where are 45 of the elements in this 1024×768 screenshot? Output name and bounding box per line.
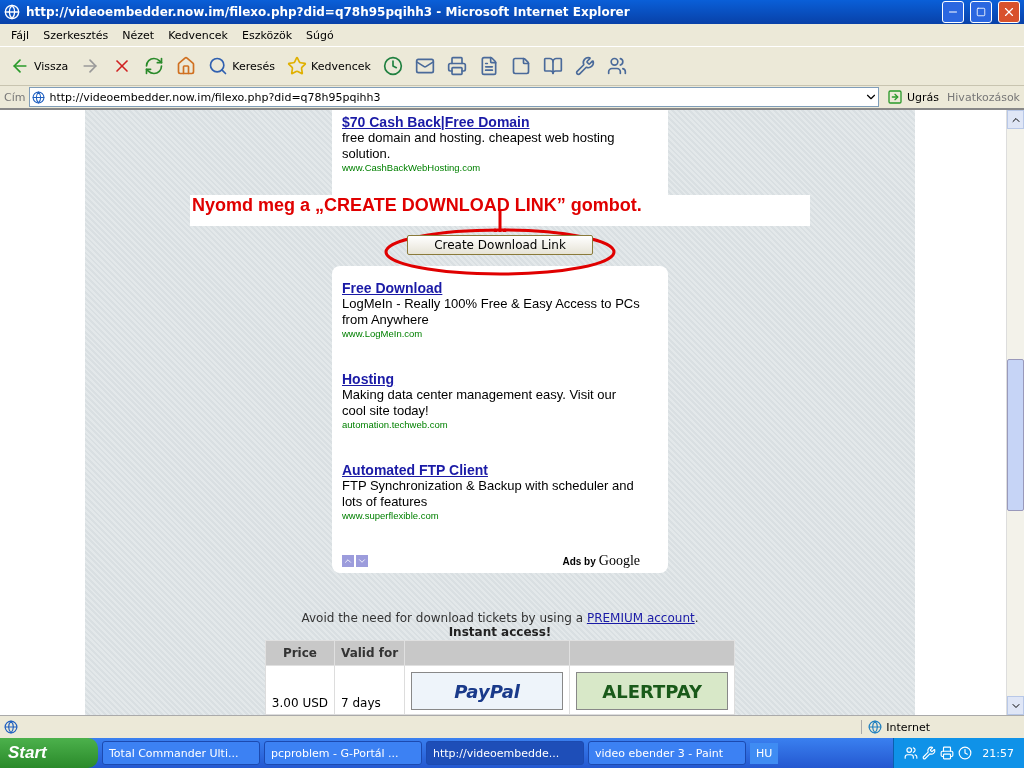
payment-logo[interactable]: ALERTPAY bbox=[576, 672, 729, 710]
premium-link[interactable]: PREMIUM account bbox=[586, 611, 695, 625]
ad-url: www.LogMeIn.com bbox=[342, 328, 424, 339]
go-button[interactable]: Ugrás bbox=[883, 87, 944, 107]
menu-item[interactable]: Szerkesztés bbox=[36, 28, 116, 42]
create-download-link-button[interactable]: Create Download Link bbox=[407, 234, 593, 255]
payment-logo[interactable]: PayPal bbox=[411, 672, 564, 710]
ad-text: Making data center management easy. Visit our cool site today! bbox=[342, 387, 618, 419]
annotation-text: Nyomd meg a „CREATE DOWNLOAD LINK” gombot. bbox=[192, 195, 642, 215]
zone-label: Internet bbox=[886, 720, 930, 734]
taskbar-button[interactable]: video ebender 3 - Paint bbox=[588, 741, 746, 765]
search-button[interactable]: Keresés bbox=[204, 54, 280, 78]
table-cell: 3.00 USD bbox=[265, 665, 335, 715]
premium-text: Avoid the need for download tickets by using a PREMIUM account. bbox=[301, 611, 699, 625]
table-cell: 7 days bbox=[334, 665, 405, 715]
ad-link[interactable]: $70 Cash Back|Free Domain bbox=[342, 114, 640, 130]
address-field[interactable]: http://videoembedder.now.im/filexo.php?did=q78h95pqihh3 bbox=[29, 87, 879, 107]
clock: 21:57 bbox=[982, 746, 1014, 760]
ad-url: automation.techweb.com bbox=[342, 419, 449, 430]
ad-url: www.CashBackWebHosting.com bbox=[342, 162, 482, 173]
links-label[interactable]: Hivatkozások bbox=[947, 90, 1020, 104]
favorites-button[interactable]: Kedvencek bbox=[283, 54, 375, 78]
column-header: Price bbox=[265, 640, 335, 666]
ad-link[interactable]: Free Download bbox=[342, 280, 640, 296]
taskbar-button[interactable]: http://videoembedde... bbox=[426, 741, 584, 765]
address-label: Cím bbox=[4, 90, 26, 104]
ad-link[interactable]: Automated FTP Client bbox=[342, 462, 640, 478]
menu-item[interactable]: Nézet bbox=[115, 28, 162, 42]
menu-item[interactable]: Kedvencek bbox=[161, 28, 235, 42]
taskbar-button[interactable]: pcproblem - G-Portál ... bbox=[264, 741, 422, 765]
column-header: Valid for bbox=[334, 640, 405, 666]
window-title: http://videoembedder.now.im/filexo.php?did=q78h95pqihh3 - Microsoft Internet Explorer bbox=[26, 5, 631, 19]
menu-item[interactable]: Fájl bbox=[4, 28, 37, 42]
google-label: Google bbox=[598, 553, 640, 568]
ad-link[interactable]: Hosting bbox=[342, 371, 640, 387]
ad-text: LogMeIn - Really 100% Free & Easy Access to PCs from Anywhere bbox=[342, 296, 640, 328]
ads-by-label: Ads by bbox=[562, 556, 596, 567]
instant-access-text: Instant access! bbox=[448, 625, 552, 639]
menu-item[interactable]: Súgó bbox=[299, 28, 341, 42]
menu-item[interactable]: Eszközök bbox=[235, 28, 300, 42]
ad-text: free domain and hosting. cheapest web hosting solution. bbox=[342, 130, 616, 162]
back-button[interactable]: Vissza bbox=[6, 54, 73, 78]
ad-url: www.superflexible.com bbox=[342, 510, 440, 521]
ad-text: FTP Synchronization & Backup with scheduler and lots of features bbox=[342, 478, 635, 510]
taskbar-button[interactable]: Total Commander Ulti... bbox=[102, 741, 260, 765]
